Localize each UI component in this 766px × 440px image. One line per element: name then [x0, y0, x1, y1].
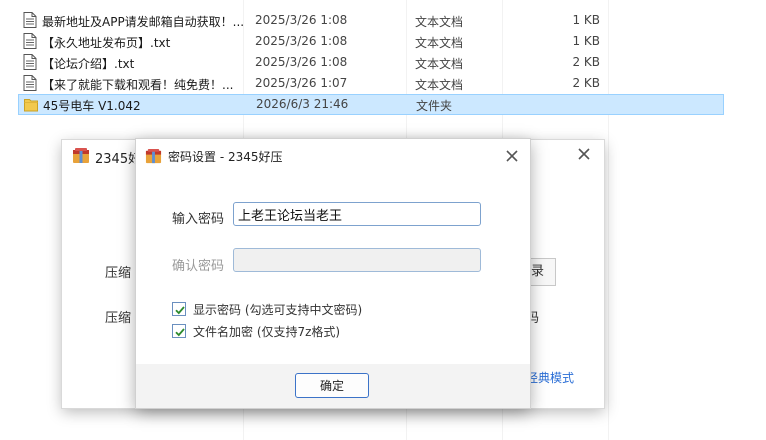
file-name: 【来了就能下载和观看！纯免费！... [42, 78, 234, 92]
file-row[interactable]: 【来了就能下载和观看！纯免费！... 2025/3/26 1:07 文本文档 2… [18, 73, 724, 94]
file-date: 2026/6/3 21:46 [256, 97, 349, 111]
file-name: 最新地址及APP请发邮箱自动获取！... [42, 15, 245, 29]
text-file-icon [23, 75, 37, 91]
checkmark-icon [175, 306, 185, 315]
ok-button[interactable]: 确定 [295, 373, 369, 398]
encrypt-filenames-option[interactable]: 文件名加密 (仅支持7z格式) [172, 322, 340, 340]
file-name: 【永久地址发布页】.txt [42, 36, 171, 50]
confirm-password-label: 确认密码 [172, 259, 225, 274]
haozip-app-icon [73, 148, 89, 163]
text-file-icon [23, 54, 37, 70]
show-password-checkbox[interactable] [172, 302, 186, 316]
close-icon[interactable] [574, 144, 594, 164]
show-password-option[interactable]: 显示密码 (勾选可支持中文密码) [172, 300, 362, 318]
file-date: 2025/3/26 1:07 [255, 76, 348, 90]
compress-label: 压缩 [105, 311, 132, 326]
file-name: 【论坛介绍】.txt [42, 57, 135, 71]
file-row-selected[interactable]: 45号电车 V1.042 2026/6/3 21:46 文件夹 [18, 94, 724, 115]
haozip-app-icon [145, 148, 162, 164]
password-label: 输入密码 [172, 212, 225, 227]
password-dialog: 密码设置 - 2345好压 输入密码 确认密码 显示密码 (勾选可支持中文密码)… [136, 139, 530, 408]
classic-mode-link[interactable]: 经典模式 [526, 369, 574, 386]
file-size: 1 KB [572, 34, 600, 48]
file-size: 2 KB [572, 55, 600, 69]
file-date: 2025/3/26 1:08 [255, 13, 348, 27]
password-input[interactable] [233, 202, 481, 226]
checkmark-icon [175, 328, 185, 337]
encrypt-filenames-checkbox[interactable] [172, 324, 186, 338]
file-type: 文本文档 [415, 36, 464, 50]
text-file-icon [23, 12, 37, 28]
file-row[interactable]: 最新地址及APP请发邮箱自动获取！... 2025/3/26 1:08 文本文档… [18, 10, 724, 31]
file-type: 文本文档 [415, 57, 464, 71]
file-type: 文件夹 [416, 99, 453, 113]
encrypt-filenames-label: 文件名加密 (仅支持7z格式) [193, 324, 341, 339]
dialog-title: 密码设置 - 2345好压 [168, 150, 283, 164]
file-type: 文本文档 [415, 15, 464, 29]
file-row[interactable]: 【论坛介绍】.txt 2025/3/26 1:08 文本文档 2 KB [18, 52, 724, 73]
file-date: 2025/3/26 1:08 [255, 34, 348, 48]
file-size: 1 KB [572, 13, 600, 27]
file-row[interactable]: 【永久地址发布页】.txt 2025/3/26 1:08 文本文档 1 KB [18, 31, 724, 52]
file-type: 文本文档 [415, 78, 464, 92]
file-name: 45号电车 V1.042 [43, 99, 141, 113]
folder-icon [24, 99, 38, 112]
text-file-icon [23, 33, 37, 49]
file-date: 2025/3/26 1:08 [255, 55, 348, 69]
compress-label: 压缩 [105, 266, 132, 281]
compress-window-title: 2345好 [95, 152, 142, 167]
show-password-label: 显示密码 (勾选可支持中文密码) [193, 302, 363, 317]
file-size: 2 KB [572, 76, 600, 90]
close-icon[interactable] [503, 147, 521, 165]
confirm-password-input[interactable] [233, 248, 481, 272]
browse-button[interactable]: 录 [526, 258, 556, 286]
